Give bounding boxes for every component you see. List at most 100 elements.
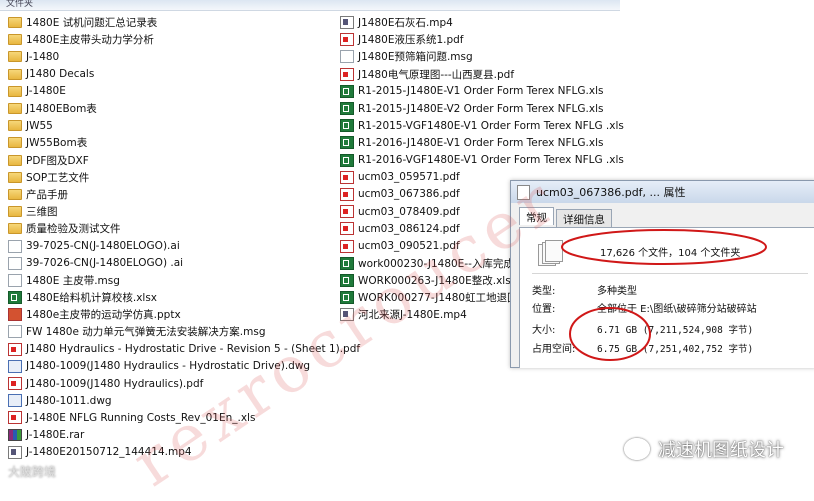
pdf-icon [340, 205, 354, 219]
file-name: R1-2015-J1480E-V1 Order Form Terex NFLG.… [358, 85, 604, 98]
file-name: J1480-1011.dwg [26, 394, 112, 407]
file-item[interactable]: 39-7025-CN(J-1480ELOGO).ai [8, 237, 360, 254]
pdf-icon [8, 342, 22, 356]
msg-icon [8, 273, 22, 287]
file-name: PDF图及DXF [26, 154, 89, 167]
folder-icon [8, 206, 22, 218]
file-item[interactable]: J1480电气原理图---山西夏县.pdf [340, 66, 624, 83]
mp4-icon [8, 445, 22, 459]
xls-icon [340, 256, 354, 270]
file-name: JW55Bom表 [26, 137, 88, 150]
folder-icon [8, 17, 22, 29]
xls-icon [340, 119, 354, 133]
file-name: J1480EBom表 [26, 103, 97, 116]
prop-type: 类型: 多种类型 [532, 286, 637, 297]
brand-watermark: 减速机图纸设计 [624, 436, 784, 462]
folder-icon [8, 188, 22, 200]
folder-icon [8, 171, 22, 183]
file-item[interactable]: R1-2016-VGF1480E-V1 Order Form Terex NFL… [340, 152, 624, 169]
pptx-icon [8, 308, 22, 322]
file-name: ucm03_059571.pdf [358, 171, 460, 184]
file-item[interactable]: R1-2016-J1480E-V1 Order Form Terex NFLG.… [340, 134, 624, 151]
file-item[interactable]: PDF图及DXF [8, 152, 360, 169]
file-name: R1-2015-VGF1480E-V1 Order Form Terex NFL… [358, 119, 624, 132]
rar-icon [8, 429, 22, 442]
pdf-icon [340, 222, 354, 236]
xls-icon [8, 291, 22, 305]
brand-text: 减速机图纸设计 [658, 440, 784, 461]
file-name: R1-2015-J1480E-V2 Order Form Terex NFLG.… [358, 102, 604, 115]
xls-icon [340, 84, 354, 98]
file-name: J1480E预筛箱问题.msg [358, 51, 473, 64]
pdf-icon [340, 239, 354, 253]
file-name: R1-2016-J1480E-V1 Order Form Terex NFLG.… [358, 136, 604, 149]
file-item[interactable]: J-1480 [8, 48, 360, 65]
file-item[interactable]: 1480E 试机问题汇总记录表 [8, 14, 360, 31]
file-item[interactable]: 三维图 [8, 203, 360, 220]
dialog-body: 17,626 个文件，104 个文件夹 类型: 多种类型 位置: 全部位于 E:\图… [519, 227, 814, 368]
mp4-icon [340, 16, 354, 30]
file-item[interactable]: JW55 [8, 117, 360, 134]
file-name: J-1480 [26, 50, 60, 63]
file-item[interactable]: 1480E 主皮带.msg [8, 272, 360, 289]
file-item[interactable]: 产品手册 [8, 186, 360, 203]
xls-icon [340, 153, 354, 167]
xls-icon [340, 136, 354, 150]
folder-icon [8, 85, 22, 97]
folder-icon [8, 68, 22, 80]
file-name: 39-7025-CN(J-1480ELOGO).ai [26, 240, 180, 253]
pdf-icon [8, 411, 22, 425]
pdf-icon [8, 377, 22, 391]
pdf-icon [340, 33, 354, 47]
msg-icon [340, 50, 354, 64]
file-name: J1480E石灰石.mp4 [358, 17, 453, 30]
file-name: 1480e主皮带的运动学仿真.pptx [26, 309, 181, 322]
file-name: 1480E 主皮带.msg [26, 274, 120, 287]
file-item[interactable]: J1480E液压系统1.pdf [340, 31, 624, 48]
folder-icon [8, 34, 22, 46]
file-name: 1480E 试机问题汇总记录表 [26, 17, 158, 30]
file-name: 产品手册 [26, 188, 68, 201]
dialog-title: ucm03_067386.pdf, ... 属性 [536, 186, 686, 199]
pdf-icon [340, 187, 354, 201]
file-item[interactable]: J1480EBom表 [8, 100, 360, 117]
file-name: FW 1480e 动力单元气弹簧无法安装解决方案.msg [26, 326, 266, 339]
file-item[interactable]: R1-2015-J1480E-V1 Order Form Terex NFLG.… [340, 83, 624, 100]
file-item[interactable]: 1480E给料机计算校核.xlsx [8, 289, 360, 306]
folder-icon [8, 154, 22, 166]
file-count: 17,626 个文件，104 个文件夹 [600, 248, 741, 259]
file-item[interactable]: 1480E主皮带头动力学分析 [8, 31, 360, 48]
prop-location: 位置: 全部位于 E:\图纸\破碎筛分站破碎站 [532, 304, 757, 315]
folder-icon [8, 137, 22, 149]
file-item[interactable]: 39-7026-CN(J-1480ELOGO) .ai [8, 255, 360, 272]
file-name: J1480E液压系统1.pdf [358, 34, 464, 47]
file-name: 1480E给料机计算校核.xlsx [26, 292, 158, 305]
dwg-icon [8, 394, 22, 408]
file-name: J1480电气原理图---山西夏县.pdf [358, 68, 515, 81]
file-item[interactable]: R1-2015-J1480E-V2 Order Form Terex NFLG.… [340, 100, 624, 117]
file-item[interactable]: JW55Bom表 [8, 134, 360, 151]
prop-size: 大小: 6.71 GB (7,211,524,908 字节) [532, 325, 754, 336]
pdf-icon [340, 170, 354, 184]
msg-icon [8, 325, 22, 339]
file-item[interactable]: J1480E石灰石.mp4 [340, 14, 624, 31]
top-bar-label: 文件夹 [6, 0, 34, 9]
file-name: ucm03_067386.pdf [358, 188, 460, 201]
file-item[interactable]: J1480E预筛箱问题.msg [340, 48, 624, 65]
file-item[interactable]: SOP工艺文件 [8, 169, 360, 186]
pdf-icon [340, 67, 354, 81]
ai-icon [8, 256, 22, 270]
file-name: J-1480E.rar [26, 429, 85, 442]
ai-icon [8, 239, 22, 253]
file-name: J-1480E [26, 85, 66, 98]
file-name: 质量检验及测试文件 [26, 223, 121, 236]
file-item[interactable]: J-1480E [8, 83, 360, 100]
file-name: JW55 [26, 119, 53, 132]
file-item[interactable]: 质量检验及测试文件 [8, 220, 360, 237]
wechat-logo-icon [624, 438, 650, 460]
file-name: 1480E主皮带头动力学分析 [26, 34, 154, 47]
divider [532, 273, 808, 274]
file-item[interactable]: R1-2015-VGF1480E-V1 Order Form Terex NFL… [340, 117, 624, 134]
file-item[interactable]: J1480 Decals [8, 66, 360, 83]
file-name: ucm03_078409.pdf [358, 205, 460, 218]
